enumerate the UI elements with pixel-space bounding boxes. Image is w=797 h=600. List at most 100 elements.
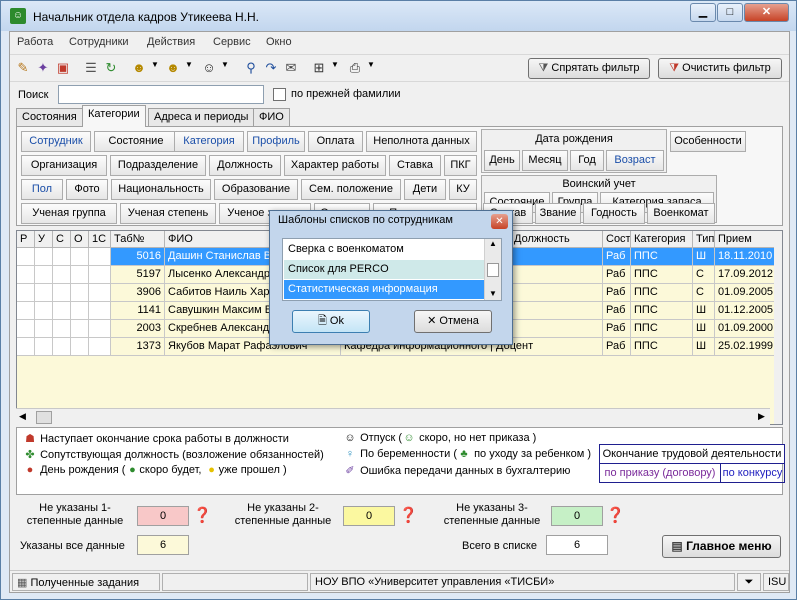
- cell-flag[interactable]: [17, 248, 35, 266]
- cell-flag[interactable]: [35, 266, 53, 284]
- question-icon[interactable]: ❓: [606, 506, 625, 526]
- col-header-r[interactable]: Р: [17, 231, 35, 248]
- cell-cat[interactable]: ППС: [631, 302, 693, 320]
- scroll-down-icon[interactable]: ▼: [489, 289, 497, 298]
- filter-nationality[interactable]: Национальность: [111, 179, 211, 200]
- cell-flag[interactable]: [35, 284, 53, 302]
- filter-payment[interactable]: Оплата: [308, 131, 363, 152]
- chevron-down-icon[interactable]: ▼: [151, 60, 159, 69]
- col-header-o[interactable]: О: [71, 231, 89, 248]
- list-scroll-thumb[interactable]: [487, 263, 499, 277]
- cell-flag[interactable]: [17, 320, 35, 338]
- chevron-down-icon[interactable]: ▼: [221, 60, 229, 69]
- cell-flag[interactable]: [35, 320, 53, 338]
- filter-position[interactable]: Должность: [209, 155, 281, 176]
- col-header-category[interactable]: Категория: [631, 231, 693, 248]
- maximize-button[interactable]: □: [717, 3, 743, 22]
- person-move-icon[interactable]: ☻: [164, 59, 182, 77]
- cell-flag[interactable]: [71, 338, 89, 356]
- filter-month[interactable]: Месяц: [522, 150, 568, 171]
- horizontal-scrollbar[interactable]: ◀ ▶: [16, 408, 770, 425]
- filter-military-office[interactable]: Военкомат: [647, 203, 715, 224]
- search-input[interactable]: [58, 85, 264, 104]
- filter-ku[interactable]: КУ: [449, 179, 477, 200]
- cell-sost[interactable]: Раб: [603, 320, 631, 338]
- tab-addresses[interactable]: Адреса и периоды: [148, 108, 255, 126]
- cell-flag[interactable]: [17, 338, 35, 356]
- cell-type[interactable]: Ш: [693, 302, 715, 320]
- close-button[interactable]: ✕: [744, 3, 789, 22]
- scroll-up-icon[interactable]: ▲: [489, 239, 497, 248]
- col-header-u[interactable]: У: [35, 231, 53, 248]
- scroll-thumb[interactable]: [36, 411, 52, 424]
- tag-icon[interactable]: ✦: [34, 59, 52, 77]
- prev-surname-checkbox[interactable]: [273, 88, 286, 101]
- list-item[interactable]: Список для PERCO: [284, 260, 484, 279]
- cell-tab[interactable]: 5197: [111, 266, 165, 284]
- cell-tab[interactable]: 2003: [111, 320, 165, 338]
- cell-flag[interactable]: [89, 338, 111, 356]
- cell-tab[interactable]: 1141: [111, 302, 165, 320]
- cell-flag[interactable]: [71, 248, 89, 266]
- filter-pkg[interactable]: ПКГ: [444, 155, 477, 176]
- filter-year[interactable]: Год: [570, 150, 604, 171]
- col-header-s[interactable]: С: [53, 231, 71, 248]
- scroll-right-icon[interactable]: ▶: [758, 411, 765, 422]
- cell-flag[interactable]: [35, 248, 53, 266]
- cell-flag[interactable]: [35, 302, 53, 320]
- cell-flag[interactable]: [71, 302, 89, 320]
- col-header-type[interactable]: Тип: [693, 231, 715, 248]
- filter-rank[interactable]: Звание: [535, 203, 581, 224]
- filter-education[interactable]: Образование: [214, 179, 298, 200]
- cell-flag[interactable]: [17, 302, 35, 320]
- scroll-left-icon[interactable]: ◀: [19, 411, 26, 422]
- cell-sost[interactable]: Раб: [603, 302, 631, 320]
- filter-fitness[interactable]: Годность: [583, 203, 645, 224]
- cell-date[interactable]: 17.09.2012: [715, 266, 775, 284]
- filter-state[interactable]: Состояние: [94, 131, 178, 152]
- cell-flag[interactable]: [89, 248, 111, 266]
- menu-employees[interactable]: Сотрудники: [69, 36, 129, 48]
- cell-sost[interactable]: Раб: [603, 284, 631, 302]
- hide-filter-button[interactable]: ⧩ Спрятать фильтр: [528, 58, 650, 79]
- cell-date[interactable]: 18.11.2010: [715, 248, 775, 266]
- chevron-down-icon[interactable]: ▼: [185, 60, 193, 69]
- menu-work[interactable]: Работа: [17, 36, 53, 48]
- list-item-selected[interactable]: Статистическая информация: [284, 280, 484, 299]
- cell-flag[interactable]: [53, 266, 71, 284]
- binoculars-icon[interactable]: ⚲: [242, 59, 260, 77]
- list-scrollbar[interactable]: ▲ ▼: [484, 239, 501, 300]
- col-header-tab[interactable]: Таб№: [111, 231, 165, 248]
- filter-department[interactable]: Подразделение: [110, 155, 206, 176]
- cell-flag[interactable]: [89, 302, 111, 320]
- cell-flag[interactable]: [53, 284, 71, 302]
- col-header-1c[interactable]: 1С: [89, 231, 111, 248]
- templates-list[interactable]: Сверка с военкоматом Список для PERCO Ст…: [282, 238, 502, 301]
- person-add-icon[interactable]: ☻: [130, 59, 148, 77]
- menu-window[interactable]: Окно: [266, 36, 292, 48]
- cell-type[interactable]: С: [693, 284, 715, 302]
- cell-type[interactable]: Ш: [693, 248, 715, 266]
- cell-flag[interactable]: [71, 284, 89, 302]
- ok-button[interactable]: 🗎 Ok: [292, 310, 370, 333]
- cell-flag[interactable]: [89, 284, 111, 302]
- cell-cat[interactable]: ППС: [631, 338, 693, 356]
- filter-status-icon[interactable]: ⏷: [737, 573, 761, 591]
- calendar-icon[interactable]: ▣: [54, 59, 72, 77]
- cancel-button[interactable]: ✕ Отмена: [414, 310, 492, 333]
- cell-sost[interactable]: Раб: [603, 248, 631, 266]
- redo-icon[interactable]: ↷: [262, 59, 280, 77]
- menu-actions[interactable]: Действия: [147, 36, 195, 48]
- filter-day[interactable]: День: [484, 150, 520, 171]
- cell-flag[interactable]: [71, 320, 89, 338]
- comment-icon[interactable]: ✉: [282, 59, 300, 77]
- filter-profile[interactable]: Профиль: [247, 131, 305, 152]
- cell-date[interactable]: 25.02.1999: [715, 338, 775, 356]
- received-tasks[interactable]: ▦ Полученные задания: [12, 573, 160, 591]
- tab-states[interactable]: Состояния: [16, 108, 83, 126]
- menu-service[interactable]: Сервис: [213, 36, 251, 48]
- cell-type[interactable]: Ш: [693, 320, 715, 338]
- cell-type[interactable]: С: [693, 266, 715, 284]
- tab-fio[interactable]: ФИО: [253, 108, 290, 126]
- cell-tab[interactable]: 5016: [111, 248, 165, 266]
